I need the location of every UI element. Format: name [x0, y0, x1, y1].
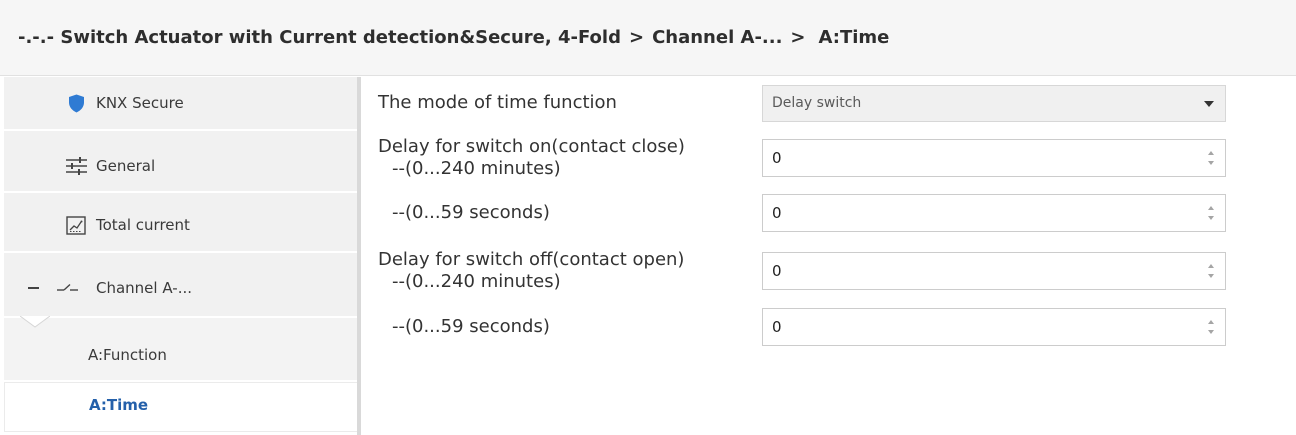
delay-on-seconds-spinbox — [762, 194, 1226, 232]
delay-off-minutes-spinbox — [762, 252, 1226, 290]
param-row-delay-off-minutes: Delay for switch off(contact open) --(0.… — [361, 243, 1241, 299]
sliders-icon — [64, 155, 88, 177]
breadcrumb-separator: > — [790, 27, 806, 48]
shield-icon — [64, 92, 88, 114]
param-label-text: Delay for switch on(contact close) — [378, 136, 685, 157]
delay-off-seconds-input[interactable] — [762, 308, 1226, 346]
param-label: The mode of time function — [378, 92, 762, 114]
delay-off-minutes-input[interactable] — [762, 252, 1226, 290]
sidebar-item-label: KNX Secure — [96, 94, 184, 112]
spinner-down-icon[interactable] — [1208, 330, 1214, 334]
param-row-delay-off-seconds: --(0...59 seconds) — [361, 304, 1241, 350]
param-row-time-mode: The mode of time function Delay switch — [361, 79, 1241, 127]
spinner-down-icon[interactable] — [1208, 161, 1214, 165]
param-label: Delay for switch on(contact close) --(0.… — [378, 136, 762, 180]
breadcrumb-channel[interactable]: Channel A-... — [652, 27, 782, 48]
param-sublabel: --(0...59 seconds) — [392, 316, 550, 337]
delay-on-seconds-input[interactable] — [762, 194, 1226, 232]
sidebar: KNX Secure General Total current Channel… — [0, 76, 362, 435]
param-sublabel: --(0...240 minutes) — [392, 271, 561, 292]
sidebar-item-label: A:Function — [88, 346, 167, 364]
sidebar-item-label: A:Time — [89, 395, 149, 414]
chart-icon — [64, 214, 88, 236]
breadcrumb-device[interactable]: -.-.- Switch Actuator with Current detec… — [18, 27, 621, 48]
spinner-up-icon[interactable] — [1208, 320, 1214, 324]
sidebar-item-channel-a[interactable]: Channel A-... — [4, 253, 357, 316]
delay-on-minutes-input[interactable] — [762, 139, 1226, 177]
delay-off-seconds-spinbox — [762, 308, 1226, 346]
param-label-text: The mode of time function — [378, 92, 617, 113]
sidebar-item-label: Channel A-... — [96, 278, 192, 297]
sidebar-subitem-a-function[interactable]: A:Function — [4, 318, 357, 380]
breadcrumb: -.-.- Switch Actuator with Current detec… — [18, 0, 889, 75]
chevron-down-icon[interactable] — [1204, 100, 1214, 107]
spinner-up-icon[interactable] — [1208, 264, 1214, 268]
param-label-text: Delay for switch off(contact open) — [378, 249, 685, 270]
spinner-down-icon[interactable] — [1208, 274, 1214, 278]
spinner-down-icon[interactable] — [1208, 216, 1214, 220]
breadcrumb-current-page: A:Time — [818, 27, 890, 48]
breadcrumb-separator: > — [628, 27, 645, 48]
sidebar-item-knx-secure[interactable]: KNX Secure — [4, 77, 357, 129]
parameter-panel: The mode of time function Delay switch D… — [361, 76, 1296, 435]
param-sublabel: --(0...59 seconds) — [392, 202, 550, 223]
submenu-pointer — [20, 316, 50, 328]
spinner-up-icon[interactable] — [1208, 206, 1214, 210]
switch-icon — [57, 282, 79, 294]
param-label: --(0...59 seconds) — [378, 202, 762, 224]
sidebar-item-total-current[interactable]: Total current — [4, 193, 357, 251]
spinner-up-icon[interactable] — [1208, 151, 1214, 155]
header-bar: -.-.- Switch Actuator with Current detec… — [0, 0, 1296, 76]
collapse-icon[interactable] — [28, 286, 39, 289]
param-row-delay-on-minutes: Delay for switch on(contact close) --(0.… — [361, 130, 1241, 186]
param-label: --(0...59 seconds) — [378, 316, 762, 338]
param-row-delay-on-seconds: --(0...59 seconds) — [361, 190, 1241, 236]
sidebar-item-general[interactable]: General — [4, 131, 357, 191]
sidebar-subitem-a-time[interactable]: A:Time — [4, 382, 357, 432]
param-sublabel: --(0...240 minutes) — [392, 158, 561, 179]
time-mode-select[interactable]: Delay switch — [762, 84, 1226, 122]
param-label: Delay for switch off(contact open) --(0.… — [378, 249, 762, 293]
delay-on-minutes-spinbox — [762, 139, 1226, 177]
select-value: Delay switch — [772, 95, 862, 111]
sidebar-item-label: Total current — [96, 216, 190, 234]
sidebar-item-label: General — [96, 157, 156, 175]
